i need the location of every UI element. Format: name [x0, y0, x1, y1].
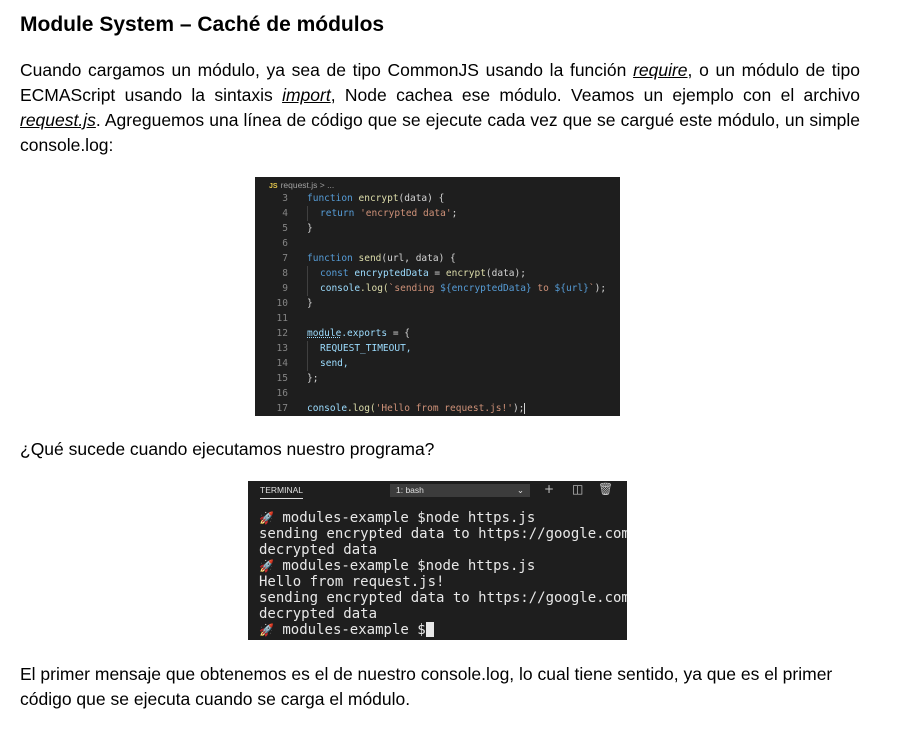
line-number: 11	[276, 313, 288, 324]
line-number: 14	[276, 358, 288, 369]
terminal-output: 🚀 modules-example $node https.js sending…	[259, 510, 627, 638]
code-line: };	[307, 373, 319, 384]
rocket-icon: 🚀	[259, 623, 274, 637]
line-number: 7	[282, 253, 288, 264]
code-line: send,	[307, 356, 349, 371]
terminal-cursor	[425, 622, 434, 637]
rocket-icon: 🚀	[259, 559, 274, 573]
line-number: 16	[276, 388, 288, 399]
line-number: 6	[282, 238, 288, 249]
require-link[interactable]: require	[633, 60, 687, 80]
code-line: }	[307, 223, 313, 234]
import-link[interactable]: import	[282, 85, 331, 105]
line-number: 8	[282, 268, 288, 279]
code-line: REQUEST_TIMEOUT,	[307, 341, 412, 356]
plus-icon: +	[544, 482, 555, 496]
chevron-down-icon: ⌄	[516, 485, 524, 495]
shell-select-label: 1: bash	[396, 485, 424, 495]
line-number: 9	[282, 283, 288, 294]
javascript-file-icon: JS	[269, 183, 278, 190]
code-screenshot: JS request.js > ... 3 function encrypt(dat…	[255, 177, 620, 416]
line-number: 13	[276, 343, 288, 354]
question-paragraph: ¿Qué sucede cuando ejecutamos nuestro pr…	[20, 439, 435, 459]
rocket-icon: 🚀	[259, 511, 274, 525]
breadcrumb-label: request.js > ...	[280, 180, 335, 190]
code-line: function send(url, data) {	[307, 253, 456, 264]
line-number: 5	[282, 223, 288, 234]
code-line: console.log(`sending ${encryptedData} to…	[307, 281, 606, 296]
shell-select: 1: bash ⌄	[390, 484, 530, 497]
request-js-link[interactable]: request.js	[20, 110, 96, 130]
line-number: 17	[276, 403, 288, 414]
intro-paragraph: Cuando cargamos un módulo, ya sea de tip…	[20, 58, 860, 158]
text-cursor	[524, 403, 526, 414]
page-title: Module System – Caché de módulos	[20, 13, 385, 36]
code-line: function encrypt(data) {	[307, 193, 445, 204]
line-number: 15	[276, 373, 288, 384]
line-number: 10	[276, 298, 288, 309]
line-number: 12	[276, 328, 288, 339]
intro-text: Cuando cargamos un módulo, ya sea de tip…	[20, 60, 634, 80]
intro-text: . Agreguemos una línea de código que se …	[20, 110, 860, 155]
line-number: 3	[282, 193, 288, 204]
code-line: module.exports = {	[307, 328, 410, 339]
split-icon: ◫	[572, 482, 584, 496]
code-line: console.log('Hello from request.js!');	[307, 403, 526, 414]
code-line: return 'encrypted data';	[307, 206, 457, 221]
intro-text: , Node cachea ese módulo. Veamos un ejem…	[330, 85, 860, 105]
code-line: }	[307, 298, 313, 309]
trash-icon: 🗑	[598, 482, 614, 496]
breadcrumb: JS request.js > ...	[269, 180, 334, 190]
terminal-screenshot: TERMINAL 1: bash ⌄ + ◫ 🗑 🚀 modules-exampl…	[248, 481, 627, 640]
code-line: const encryptedData = encrypt(data);	[307, 266, 526, 281]
line-number: 4	[282, 208, 288, 219]
terminal-tab: TERMINAL	[260, 485, 303, 499]
conclusion-paragraph: El primer mensaje que obtenemos es el de…	[20, 664, 833, 709]
